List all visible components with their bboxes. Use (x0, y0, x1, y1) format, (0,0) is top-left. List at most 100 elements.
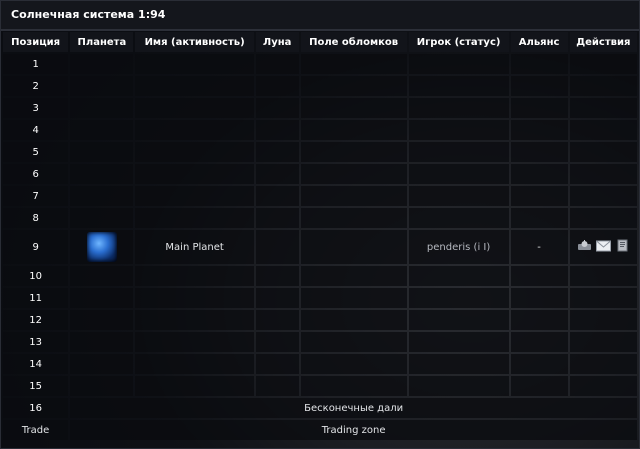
planet-cell (70, 208, 134, 228)
planet-name-cell (135, 186, 254, 206)
actions-cell (569, 186, 637, 206)
debris-cell (300, 186, 407, 206)
actions-cell (569, 54, 637, 74)
player-cell: penderis (i I) (408, 230, 509, 264)
expedition-label[interactable]: Бесконечные дали (70, 398, 637, 418)
planet-cell (70, 288, 134, 308)
spy-probe-icon[interactable] (577, 239, 592, 255)
debris-cell (300, 142, 407, 162)
header-planet: Планета (70, 32, 134, 52)
planet-cell (70, 142, 134, 162)
row-position: 8 (3, 208, 69, 228)
actions-cell (569, 208, 637, 228)
trading-zone-label[interactable]: Trading zone (70, 420, 637, 440)
row-trade: Trade Trading zone (3, 420, 637, 440)
moon-cell (255, 120, 299, 140)
moon-cell (255, 266, 299, 286)
envelope-icon[interactable] (595, 239, 611, 255)
row-position: 2 (3, 76, 69, 96)
moon-cell (255, 310, 299, 330)
moon-cell (255, 376, 299, 396)
row-position: 10 (3, 266, 69, 286)
header-actions: Действия (569, 32, 637, 52)
debris-cell (300, 76, 407, 96)
alliance-cell (510, 76, 568, 96)
table-row: 8 (3, 208, 637, 228)
debris-cell (300, 54, 407, 74)
planet-cell (70, 310, 134, 330)
alliance-cell (510, 266, 568, 286)
alliance-cell (510, 98, 568, 118)
player-cell (408, 288, 509, 308)
player-cell (408, 54, 509, 74)
planet-cell (70, 98, 134, 118)
row-position: 7 (3, 186, 69, 206)
row-position: 14 (3, 354, 69, 374)
alliance-cell (510, 54, 568, 74)
player-name[interactable]: penderis (i I) (427, 242, 490, 253)
row-position: 6 (3, 164, 69, 184)
header-row: Позиция Планета Имя (активность) Луна По… (3, 32, 637, 52)
moon-cell (255, 354, 299, 374)
row-position: 1 (3, 54, 69, 74)
moon-cell (255, 98, 299, 118)
moon-cell (255, 76, 299, 96)
table-row: 9 Main Planet penderis (i I) - (3, 230, 637, 264)
alliance-cell (510, 208, 568, 228)
planet-name-cell (135, 266, 254, 286)
table-row: 11 (3, 288, 637, 308)
alliance-name: - (537, 241, 541, 253)
player-cell (408, 376, 509, 396)
table-row: 13 (3, 332, 637, 352)
row-expedition: 16 Бесконечные дали (3, 398, 637, 418)
actions-cell (569, 76, 637, 96)
planet-cell (70, 164, 134, 184)
actions-cell (569, 332, 637, 352)
planet-image[interactable] (86, 232, 117, 262)
galaxy-view: Солнечная система 1:94 Позиция Планета И… (0, 0, 640, 449)
debris-cell (300, 98, 407, 118)
buddy-request-icon[interactable] (615, 239, 630, 255)
row-position: 13 (3, 332, 69, 352)
player-cell (408, 76, 509, 96)
table-row: 1 (3, 54, 637, 74)
player-cell (408, 354, 509, 374)
table-row: 4 (3, 120, 637, 140)
alliance-cell (510, 120, 568, 140)
table-row: 14 (3, 354, 637, 374)
planet-name-cell (135, 288, 254, 308)
planet-name-cell (135, 76, 254, 96)
player-cell (408, 142, 509, 162)
table-row: 5 (3, 142, 637, 162)
player-cell (408, 332, 509, 352)
alliance-cell (510, 288, 568, 308)
debris-cell (300, 310, 407, 330)
planet-cell (70, 186, 134, 206)
table-row: 12 (3, 310, 637, 330)
header-name: Имя (активность) (135, 32, 254, 52)
planet-name[interactable]: Main Planet (165, 242, 223, 253)
row-position: 5 (3, 142, 69, 162)
debris-cell (300, 230, 407, 264)
planet-name-cell (135, 208, 254, 228)
row-position: 12 (3, 310, 69, 330)
debris-cell (300, 354, 407, 374)
alliance-cell (510, 142, 568, 162)
row-position: 16 (3, 398, 69, 418)
table-row: 2 (3, 76, 637, 96)
planet-name-cell (135, 164, 254, 184)
actions-cell (569, 164, 637, 184)
planet-cell (70, 332, 134, 352)
player-cell (408, 310, 509, 330)
table-row: 10 (3, 266, 637, 286)
row-position: 9 (3, 230, 69, 264)
actions-cell (569, 98, 637, 118)
planet-cell (70, 54, 134, 74)
moon-cell (255, 332, 299, 352)
table-row: 7 (3, 186, 637, 206)
planet-cell (70, 354, 134, 374)
page-title: Солнечная система 1:94 (1, 1, 639, 31)
galaxy-table: Позиция Планета Имя (активность) Луна По… (1, 30, 639, 442)
actions-cell (569, 354, 637, 374)
alliance-cell: - (510, 230, 568, 264)
